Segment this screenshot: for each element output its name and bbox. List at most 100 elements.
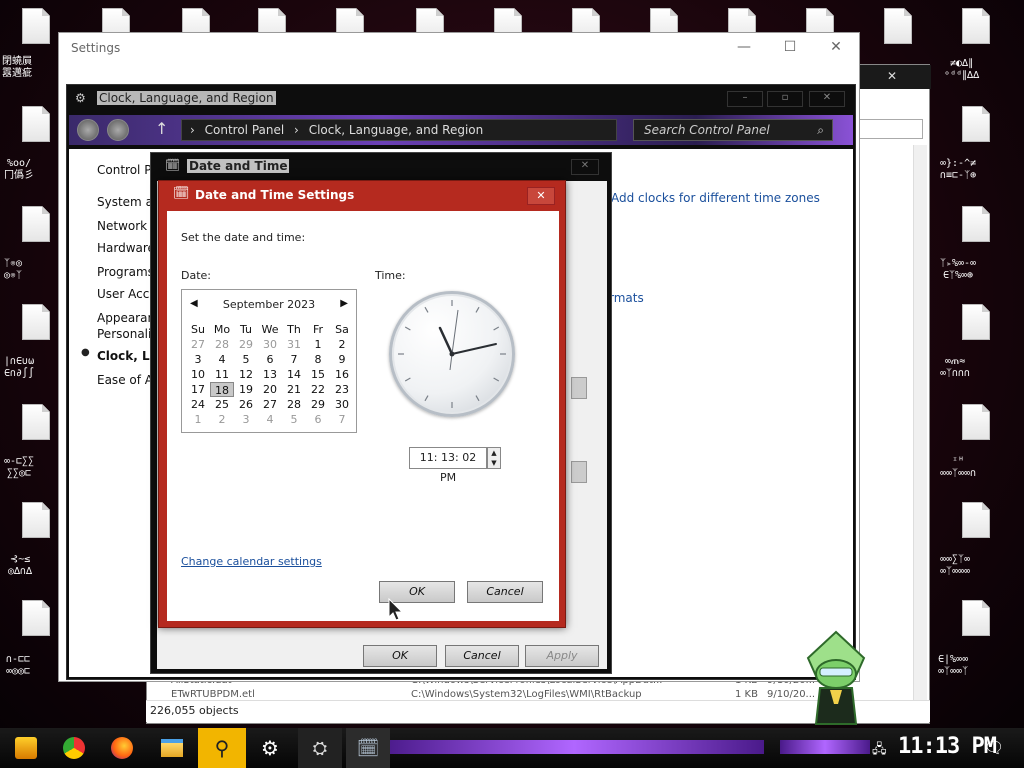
minimize-button[interactable]: — — [729, 39, 759, 55]
calendar-day[interactable]: 23 — [330, 382, 354, 397]
desktop-file-icon[interactable] — [956, 600, 996, 646]
breadcrumb-control-panel[interactable]: Control Panel — [205, 123, 285, 137]
calendar-day[interactable]: 5 — [282, 412, 306, 427]
add-clocks-link[interactable]: Add clocks for different time zones — [611, 191, 820, 205]
change-date-time-button[interactable] — [571, 461, 587, 483]
calendar-day[interactable]: 16 — [330, 367, 354, 382]
calendar-day[interactable]: 29 — [234, 337, 258, 352]
calendar-day[interactable]: 19 — [234, 382, 258, 397]
desktop-file-icon[interactable] — [16, 502, 56, 548]
calendar-day[interactable]: 15 — [306, 367, 330, 382]
apply-button[interactable]: Apply — [525, 645, 599, 667]
up-arrow-icon[interactable]: ↑ — [155, 119, 168, 138]
change-calendar-settings-link[interactable]: Change calendar settings — [181, 555, 322, 568]
calendar-day[interactable]: 27 — [186, 337, 210, 352]
calendar-day[interactable]: 24 — [186, 397, 210, 412]
date-time-button[interactable]: 🗓 — [346, 728, 390, 768]
close-button[interactable]: ✕ — [809, 91, 845, 107]
cancel-button[interactable]: Cancel — [445, 645, 519, 667]
calendar-day[interactable]: 7 — [330, 412, 354, 427]
chrome-button[interactable] — [52, 728, 96, 768]
back-button[interactable] — [77, 119, 99, 141]
spin-down-icon[interactable]: ▼ — [488, 458, 500, 468]
network-icon[interactable]: 🖧 — [872, 740, 887, 762]
explorer-scrollbar[interactable] — [913, 145, 927, 715]
desktop-file-icon[interactable] — [878, 8, 918, 54]
calendar-day[interactable]: 14 — [282, 367, 306, 382]
calendar-day[interactable]: 3 — [234, 412, 258, 427]
list-item[interactable]: ETwRTUBPDM.etl — [171, 689, 255, 700]
control-panel-button[interactable]: ⛭ — [298, 728, 342, 768]
desktop-file-icon[interactable] — [16, 106, 56, 152]
cancel-button[interactable]: Cancel — [467, 581, 543, 603]
close-button[interactable]: ✕ — [821, 39, 851, 55]
desktop-file-icon[interactable] — [956, 8, 996, 54]
calendar-day[interactable]: 31 — [282, 337, 306, 352]
calendar-day[interactable]: 1 — [306, 337, 330, 352]
calendar-day[interactable]: 21 — [282, 382, 306, 397]
calendar-day[interactable]: 2 — [330, 337, 354, 352]
calendar-day[interactable]: 27 — [258, 397, 282, 412]
calendar-day[interactable]: 3 — [186, 352, 210, 367]
calendar-day[interactable]: 25 — [210, 397, 234, 412]
calendar-day[interactable]: 30 — [258, 337, 282, 352]
breadcrumb-clock-language-region[interactable]: Clock, Language, and Region — [309, 123, 484, 137]
breadcrumb[interactable]: › Control Panel › Clock, Language, and R… — [181, 119, 617, 141]
spin-up-icon[interactable]: ▲ — [488, 448, 500, 458]
time-field[interactable]: 11: 13: 02 PM — [409, 447, 487, 484]
calendar-day[interactable]: 30 — [330, 397, 354, 412]
calendar-day[interactable]: 8 — [306, 352, 330, 367]
change-time-zone-button[interactable] — [571, 377, 587, 399]
search-button[interactable]: ⚲ — [198, 728, 246, 768]
calendar-day[interactable]: 9 — [330, 352, 354, 367]
maximize-button[interactable]: ▫ — [767, 91, 803, 107]
desktop-file-icon[interactable] — [956, 502, 996, 548]
desktop-file-icon[interactable] — [16, 8, 56, 54]
calendar-day[interactable]: 6 — [306, 412, 330, 427]
formats-link[interactable]: rmats — [609, 291, 644, 305]
desktop-file-icon[interactable] — [956, 304, 996, 350]
calendar-day[interactable]: 28 — [210, 337, 234, 352]
calendar-day[interactable]: 18 — [210, 382, 234, 397]
calendar-day[interactable]: 10 — [186, 367, 210, 382]
settings-button[interactable]: ⚙ — [248, 728, 292, 768]
close-icon[interactable]: ✕ — [887, 69, 897, 83]
desktop-file-icon[interactable] — [16, 600, 56, 646]
time-spinner[interactable]: ▲ ▼ — [487, 447, 501, 469]
calendar-day[interactable]: 28 — [282, 397, 306, 412]
calendar-day[interactable]: 20 — [258, 382, 282, 397]
firefox-button[interactable] — [100, 728, 144, 768]
start-button[interactable] — [4, 728, 48, 768]
close-button[interactable]: ✕ — [527, 187, 555, 205]
calendar-day[interactable]: 22 — [306, 382, 330, 397]
calendar-day[interactable]: 7 — [282, 352, 306, 367]
desktop-file-icon[interactable] — [956, 206, 996, 252]
calendar-day[interactable]: 11 — [210, 367, 234, 382]
desktop-file-icon[interactable] — [16, 206, 56, 252]
calendar-day[interactable]: 4 — [210, 352, 234, 367]
forward-button[interactable] — [107, 119, 129, 141]
calendar-day[interactable]: 17 — [186, 382, 210, 397]
calendar-day[interactable]: 6 — [258, 352, 282, 367]
next-month-icon[interactable]: ▶ — [340, 298, 348, 309]
calendar-day[interactable]: 13 — [258, 367, 282, 382]
sidebar-item-hardware[interactable]: Hardware — [97, 241, 155, 255]
close-button[interactable]: ✕ — [571, 159, 599, 175]
sidebar-item-programs[interactable]: Programs — [97, 265, 154, 279]
sidebar-item-user-accounts[interactable]: User Acco — [97, 287, 157, 301]
calendar-day[interactable]: 2 — [210, 412, 234, 427]
desktop-file-icon[interactable] — [16, 404, 56, 450]
minimize-button[interactable]: – — [727, 91, 763, 107]
taskbar-clock[interactable]: 11:13 PM — [898, 734, 997, 759]
file-explorer-button[interactable] — [150, 728, 194, 768]
desktop-file-icon[interactable] — [16, 304, 56, 350]
maximize-button[interactable]: ☐ — [775, 39, 805, 55]
sidebar-item-personalization[interactable]: Personaliz — [97, 327, 158, 341]
calendar-day[interactable]: 4 — [258, 412, 282, 427]
sidebar-item-ease-of-access[interactable]: Ease of A — [97, 373, 153, 387]
calendar-day[interactable]: 5 — [234, 352, 258, 367]
calendar-month-year[interactable]: September 2023 — [182, 298, 356, 311]
calendar-day[interactable]: 29 — [306, 397, 330, 412]
ok-button[interactable]: OK — [363, 645, 437, 667]
desktop-file-icon[interactable] — [956, 404, 996, 450]
